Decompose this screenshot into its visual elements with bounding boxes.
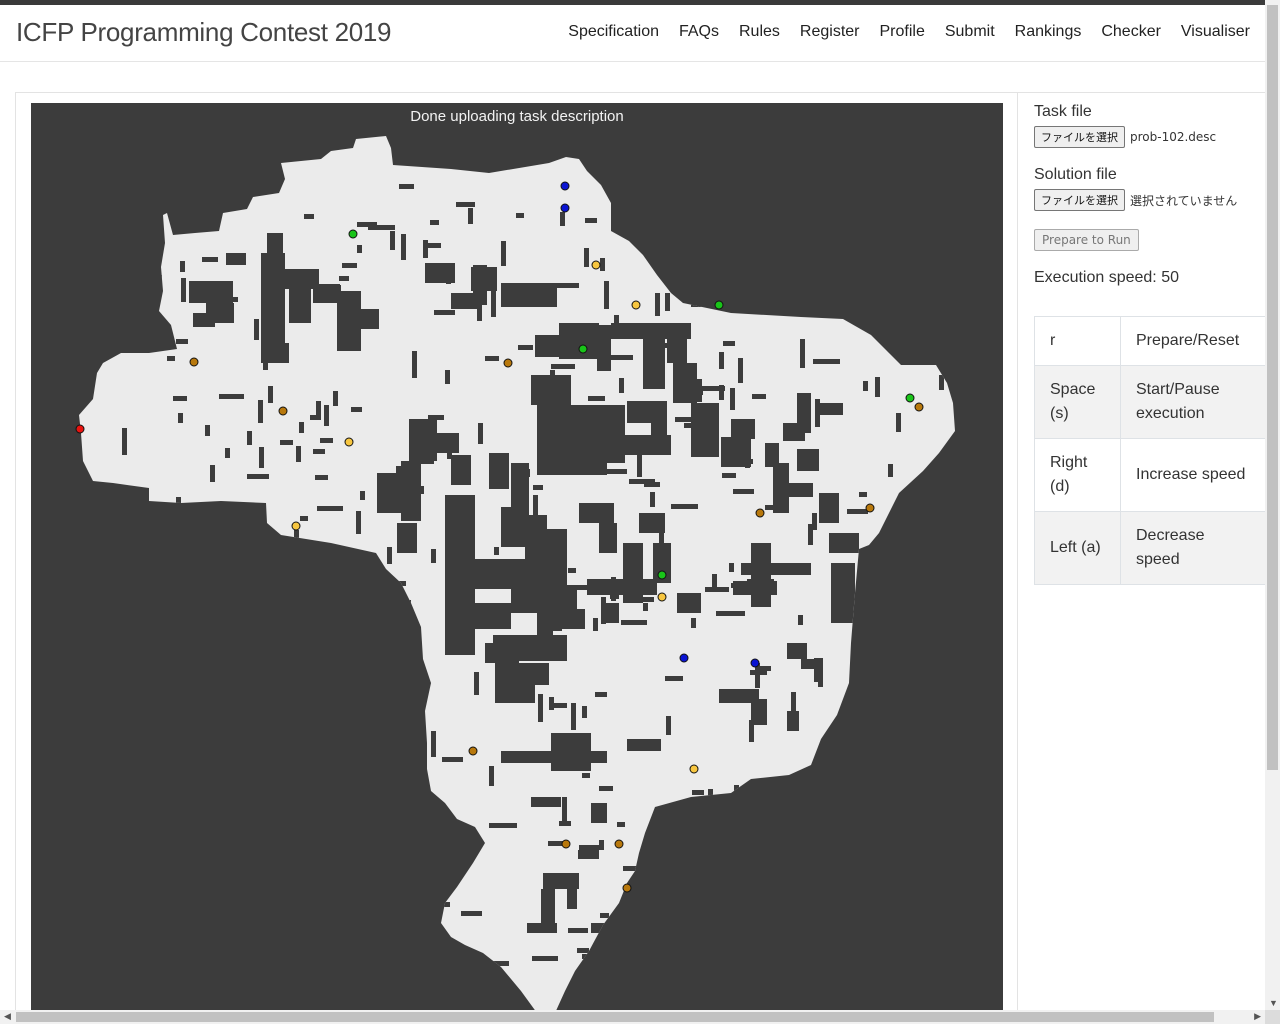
map-svg bbox=[31, 103, 1003, 1013]
scroll-down-arrow-icon[interactable]: ▼ bbox=[1269, 998, 1278, 1008]
shortcut-key: r bbox=[1034, 316, 1121, 366]
booster-green-marker bbox=[905, 393, 915, 403]
prepare-to-run-button[interactable]: Prepare to Run bbox=[1034, 229, 1139, 251]
solution-file-choose-button[interactable]: ファイルを選択 bbox=[1034, 189, 1125, 211]
booster-blue-marker bbox=[560, 181, 570, 191]
execution-speed: Execution speed: 50 bbox=[1034, 269, 1265, 287]
table-row: Right (d) Increase speed bbox=[1034, 438, 1266, 512]
navbar: ICFP Programming Contest 2019 Specificat… bbox=[0, 5, 1265, 62]
booster-brown-marker bbox=[278, 406, 288, 416]
site-brand[interactable]: ICFP Programming Contest 2019 bbox=[16, 17, 392, 48]
booster-brown-marker bbox=[865, 503, 875, 513]
shortcut-key: Space (s) bbox=[1034, 365, 1121, 439]
map-canvas[interactable]: Done uploading task description bbox=[31, 103, 1003, 1013]
booster-brown-marker bbox=[503, 358, 513, 368]
shortcut-key: Left (a) bbox=[1034, 511, 1121, 585]
table-row: r Prepare/Reset bbox=[1034, 316, 1266, 366]
nav-specification[interactable]: Specification bbox=[568, 23, 659, 41]
shortcut-action: Increase speed bbox=[1120, 438, 1266, 512]
nav-profile[interactable]: Profile bbox=[879, 23, 924, 41]
booster-blue-marker bbox=[750, 658, 760, 668]
booster-brown-marker bbox=[189, 357, 199, 367]
shortcut-key: Right (d) bbox=[1034, 438, 1121, 512]
vertical-scrollbar[interactable]: ▼ bbox=[1265, 0, 1280, 1010]
horizontal-scroll-thumb[interactable] bbox=[16, 1012, 1214, 1022]
nav-checker[interactable]: Checker bbox=[1101, 23, 1161, 41]
booster-green-marker bbox=[348, 229, 358, 239]
execution-speed-value: 50 bbox=[1161, 269, 1179, 286]
booster-yellow-marker bbox=[591, 260, 601, 270]
booster-green-marker bbox=[578, 344, 588, 354]
execution-speed-label: Execution speed: bbox=[1034, 269, 1162, 286]
nav-visualiser[interactable]: Visualiser bbox=[1181, 23, 1250, 41]
booster-yellow-marker bbox=[291, 521, 301, 531]
keyboard-shortcuts-table: r Prepare/Reset Space (s) Start/Pause ex… bbox=[1034, 316, 1266, 585]
upload-status: Done uploading task description bbox=[410, 108, 624, 125]
scroll-left-arrow-icon[interactable]: ◀ bbox=[4, 1011, 11, 1022]
booster-yellow-marker bbox=[689, 764, 699, 774]
nav-register[interactable]: Register bbox=[800, 23, 860, 41]
panel-divider bbox=[1017, 93, 1018, 1013]
nav-submit[interactable]: Submit bbox=[945, 23, 995, 41]
booster-yellow-marker bbox=[344, 437, 354, 447]
shortcut-action: Start/Pause execution bbox=[1120, 365, 1266, 439]
task-file-name: prob-102.desc bbox=[1130, 130, 1217, 144]
booster-brown-marker bbox=[755, 508, 765, 518]
booster-yellow-marker bbox=[631, 300, 641, 310]
booster-yellow-marker bbox=[657, 592, 667, 602]
scrollbar-corner bbox=[1265, 1010, 1280, 1024]
nav-rules[interactable]: Rules bbox=[739, 23, 780, 41]
booster-brown-marker bbox=[914, 402, 924, 412]
booster-blue-marker bbox=[679, 653, 689, 663]
table-row: Space (s) Start/Pause execution bbox=[1034, 365, 1266, 439]
booster-brown-marker bbox=[468, 746, 478, 756]
solution-file-label: Solution file bbox=[1034, 166, 1117, 183]
worker-marker bbox=[75, 424, 85, 434]
table-row: Left (a) Decrease speed bbox=[1034, 511, 1266, 585]
scroll-right-arrow-icon[interactable]: ▶ bbox=[1254, 1011, 1261, 1022]
booster-blue-marker bbox=[560, 203, 570, 213]
booster-brown-marker bbox=[614, 839, 624, 849]
control-panel: Task file ファイルを選択 prob-102.desc Solution… bbox=[1034, 103, 1265, 287]
main-nav: Specification FAQs Rules Register Profil… bbox=[548, 23, 1250, 41]
horizontal-scrollbar[interactable]: ◀ ▶ bbox=[0, 1010, 1265, 1024]
vertical-scroll-thumb[interactable] bbox=[1267, 5, 1278, 770]
nav-rankings[interactable]: Rankings bbox=[1015, 23, 1082, 41]
booster-brown-marker bbox=[622, 883, 632, 893]
nav-faqs[interactable]: FAQs bbox=[679, 23, 719, 41]
booster-green-marker bbox=[714, 300, 724, 310]
shortcut-action: Prepare/Reset bbox=[1120, 316, 1266, 366]
booster-green-marker bbox=[657, 570, 667, 580]
booster-brown-marker bbox=[561, 839, 571, 849]
shortcut-action: Decrease speed bbox=[1120, 511, 1266, 585]
solution-file-name: 選択されていません bbox=[1130, 193, 1238, 208]
task-file-choose-button[interactable]: ファイルを選択 bbox=[1034, 126, 1125, 148]
task-file-label: Task file bbox=[1034, 103, 1092, 120]
